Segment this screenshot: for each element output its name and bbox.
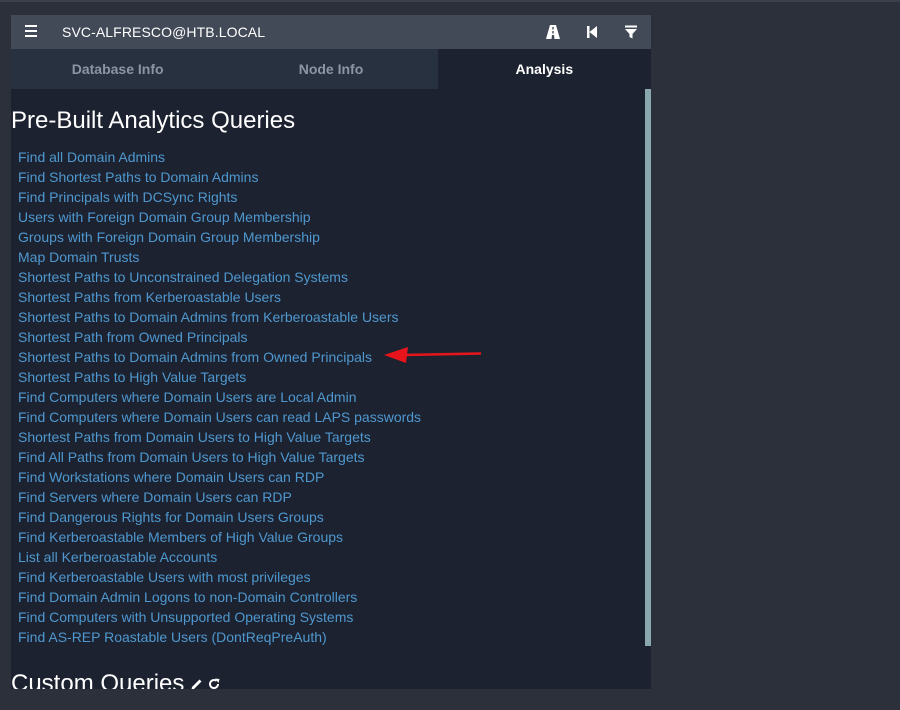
prebuilt-queries-heading: Pre-Built Analytics Queries: [11, 107, 296, 134]
pencil-icon[interactable]: [190, 677, 204, 689]
query-link[interactable]: Users with Foreign Domain Group Membersh…: [18, 207, 421, 227]
query-link[interactable]: Shortest Paths from Kerberoastable Users: [18, 287, 421, 307]
query-link[interactable]: Shortest Paths from Domain Users to High…: [18, 427, 421, 447]
red-annotation-arrow-icon: [384, 347, 482, 363]
query-link[interactable]: Find all Domain Admins: [18, 147, 421, 167]
search-panel: SVC-ALFRESCO@HTB.LOCAL Database Info Nod…: [11, 15, 651, 689]
query-link[interactable]: Shortest Path from Owned Principals: [18, 327, 421, 347]
query-link[interactable]: Shortest Paths to Domain Admins from Ker…: [18, 307, 421, 327]
panel-header: SVC-ALFRESCO@HTB.LOCAL: [11, 15, 651, 49]
query-link[interactable]: Find Domain Admin Logons to non-Domain C…: [18, 587, 421, 607]
window-top-border: [0, 0, 900, 2]
analysis-content: Pre-Built Analytics Queries Find all Dom…: [11, 89, 645, 689]
menu-icon[interactable]: [25, 25, 37, 37]
custom-queries-label: Custom Queries: [11, 670, 185, 689]
query-link-highlighted[interactable]: Shortest Paths to Domain Admins from Own…: [18, 347, 421, 367]
query-link[interactable]: Find AS-REP Roastable Users (DontReqPreA…: [18, 627, 421, 647]
query-link[interactable]: Find Kerberoastable Users with most priv…: [18, 567, 421, 587]
step-back-icon[interactable]: [583, 23, 601, 41]
query-link[interactable]: Find Computers with Unsupported Operatin…: [18, 607, 421, 627]
query-link[interactable]: List all Kerberoastable Accounts: [18, 547, 421, 567]
refresh-icon[interactable]: [207, 677, 221, 689]
scrollbar[interactable]: [645, 89, 651, 646]
current-user-title: SVC-ALFRESCO@HTB.LOCAL: [62, 24, 266, 40]
query-link[interactable]: Find Principals with DCSync Rights: [18, 187, 421, 207]
tab-analysis[interactable]: Analysis: [437, 49, 651, 89]
query-link[interactable]: Find Workstations where Domain Users can…: [18, 467, 421, 487]
query-link[interactable]: Find Computers where Domain Users are Lo…: [18, 387, 421, 407]
query-link[interactable]: Shortest Paths to Unconstrained Delegati…: [18, 267, 421, 287]
query-link[interactable]: Find Dangerous Rights for Domain Users G…: [18, 507, 421, 527]
query-link[interactable]: Map Domain Trusts: [18, 247, 421, 267]
query-link[interactable]: Find Computers where Domain Users can re…: [18, 407, 421, 427]
pathfinding-road-icon[interactable]: [544, 23, 562, 41]
filter-icon[interactable]: [622, 23, 640, 41]
custom-queries-heading: Custom Queries: [11, 670, 221, 689]
tab-node-info[interactable]: Node Info: [224, 49, 438, 89]
query-link[interactable]: Groups with Foreign Domain Group Members…: [18, 227, 421, 247]
tab-database-info[interactable]: Database Info: [11, 49, 225, 89]
query-link[interactable]: Find Shortest Paths to Domain Admins: [18, 167, 421, 187]
query-link[interactable]: Shortest Paths to High Value Targets: [18, 367, 421, 387]
panel-tabs: Database Info Node Info Analysis: [11, 49, 651, 89]
prebuilt-query-list: Find all Domain Admins Find Shortest Pat…: [18, 147, 421, 647]
query-link[interactable]: Find Kerberoastable Members of High Valu…: [18, 527, 421, 547]
query-link[interactable]: Find Servers where Domain Users can RDP: [18, 487, 421, 507]
query-link[interactable]: Find All Paths from Domain Users to High…: [18, 447, 421, 467]
